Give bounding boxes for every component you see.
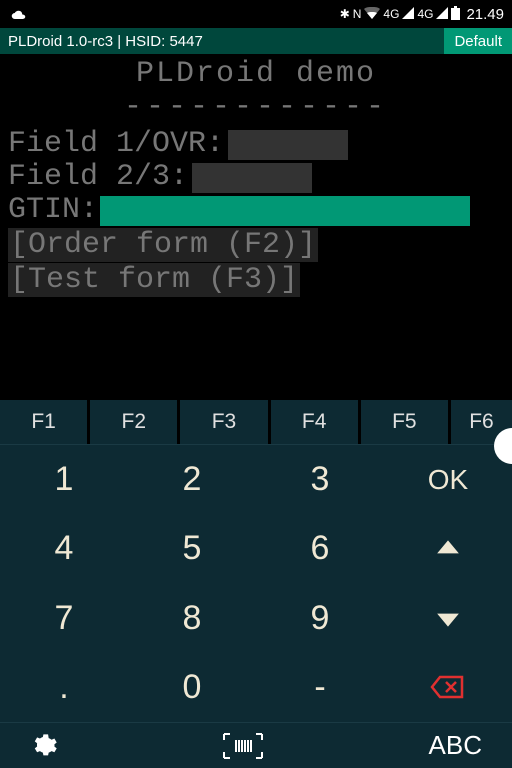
function-key-row: F1 F2 F3 F4 F5 F6 [0,400,512,444]
wifi-icon [364,7,380,22]
key-0[interactable]: 0 [128,653,256,722]
field-2-row: Field 2/3: [8,161,504,194]
key-down[interactable] [384,584,512,653]
key-up[interactable] [384,514,512,583]
clock: 21.49 [466,6,504,23]
bluetooth-icon: ✱ [340,7,350,21]
key-minus[interactable]: - [256,653,384,722]
barcode-button[interactable] [222,732,264,760]
battery-icon [451,6,460,23]
f3-key[interactable]: F3 [180,400,267,444]
gtin-label: GTIN: [8,194,98,227]
test-form-link[interactable]: [Test form (F3)] [8,263,300,297]
app-header: PLDroid 1.0-rc3 | HSID: 5447 Default [0,28,512,54]
app-title: PLDroid 1.0-rc3 | HSID: 5447 [8,33,203,50]
f2-key[interactable]: F2 [90,400,177,444]
terminal-screen: PLDroid demo ------------ Field 1/OVR: F… [0,54,512,400]
key-9[interactable]: 9 [256,584,384,653]
mode-button[interactable]: Default [444,28,512,54]
field-2-label: Field 2/3: [8,161,188,194]
key-4[interactable]: 4 [0,514,128,583]
f4-key[interactable]: F4 [271,400,358,444]
signal-icon-2 [436,7,448,22]
gtin-input[interactable] [100,196,470,226]
key-8[interactable]: 8 [128,584,256,653]
bottom-bar: ABC [0,722,512,768]
status-left [8,6,26,23]
key-3[interactable]: 3 [256,445,384,514]
key-7[interactable]: 7 [0,584,128,653]
key-dot[interactable]: . [0,653,128,722]
terminal-title: PLDroid demo [8,58,504,91]
status-right: ✱ N 4G 4G 21.49 [340,6,504,23]
signal-label-1: 4G [383,7,399,21]
field-1-label: Field 1/OVR: [8,128,224,161]
key-backspace[interactable] [384,653,512,722]
gtin-row: GTIN: [8,194,504,227]
status-bar: ✱ N 4G 4G 21.49 [0,0,512,28]
numpad: 1 2 3 OK 4 5 6 7 8 9 . 0 - [0,444,512,722]
f1-key[interactable]: F1 [0,400,87,444]
key-1[interactable]: 1 [0,445,128,514]
terminal-divider: ------------ [8,91,504,124]
key-ok[interactable]: OK [384,445,512,514]
signal-label-2: 4G [417,7,433,21]
settings-button[interactable] [30,732,58,760]
signal-icon-1 [402,7,414,22]
order-form-link[interactable]: [Order form (F2)] [8,228,318,262]
field-1-input[interactable] [228,130,348,160]
key-6[interactable]: 6 [256,514,384,583]
field-2-input[interactable] [192,163,312,193]
nfc-icon: N [353,7,362,21]
cloud-icon [8,6,26,23]
f5-key[interactable]: F5 [361,400,448,444]
key-2[interactable]: 2 [128,445,256,514]
keyboard-mode-button[interactable]: ABC [429,730,482,761]
key-5[interactable]: 5 [128,514,256,583]
field-1-row: Field 1/OVR: [8,128,504,161]
